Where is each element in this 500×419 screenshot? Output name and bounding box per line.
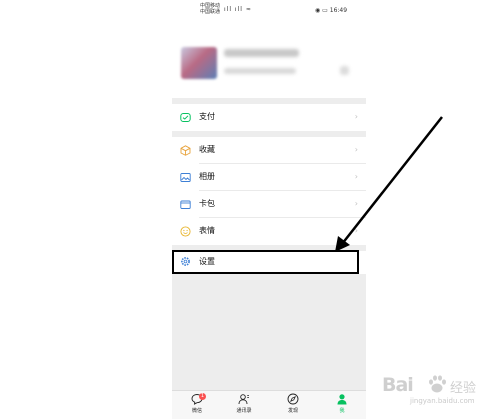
tab-chats[interactable]: 1 微信 (177, 393, 217, 414)
chevron-right-icon: › (354, 112, 358, 121)
tab-label: 我 (339, 408, 345, 414)
menu-item-cards[interactable]: 卡包 › (172, 191, 366, 218)
watermark-url: jingyan.baidu.com (410, 397, 475, 405)
watermark-brand: Bai (382, 374, 414, 396)
menu-item-label: 卡包 (199, 199, 215, 208)
chevron-right-icon: › (354, 199, 358, 208)
menu-item-label: 相册 (199, 172, 215, 181)
eye-icon: ◉ (315, 7, 321, 14)
menu-item-label: 表情 (199, 226, 215, 235)
tab-contacts[interactable]: 通讯录 (224, 393, 264, 414)
wechat-id-blurred (224, 68, 296, 74)
wallet-icon (180, 200, 191, 209)
smiley-icon (180, 226, 191, 237)
favorites-cube-icon (180, 145, 191, 156)
clock-time: 16:49 (329, 7, 348, 14)
carrier-names: 中国移动 中国联通 (200, 3, 220, 15)
pay-icon (180, 113, 191, 122)
paw-icon (429, 375, 446, 393)
qr-code-icon[interactable] (340, 66, 349, 75)
status-right: ◉ ▭ 16:49 (315, 7, 347, 14)
empty-area (172, 274, 366, 390)
chevron-right-icon: › (354, 145, 358, 154)
unread-badge: 1 (199, 393, 206, 400)
tab-discover[interactable]: 发现 (273, 393, 313, 414)
battery-icon: ▭ (322, 7, 328, 14)
menu-item-album[interactable]: 相册 › (172, 164, 366, 191)
chevron-right-icon: › (354, 226, 358, 235)
profile-header[interactable] (172, 22, 366, 98)
carrier-secondary: 中国联通 (200, 9, 221, 15)
tab-label: 发现 (287, 408, 298, 414)
contacts-icon (238, 394, 249, 405)
baidu-jingyan-watermark: Bai 经验 jingyan.baidu.com (382, 372, 494, 412)
menu-item-label: 支付 (199, 112, 215, 121)
signal-icons: ıll ıll ≈ (224, 6, 252, 13)
nickname-blurred (224, 49, 299, 57)
status-bar: 中国移动 中国联通 ıll ıll ≈ ◉ ▭ 16:49 (172, 0, 366, 22)
bottom-tab-bar: 1 微信 通讯录 发现 我 (172, 390, 366, 419)
watermark-brand-cn: 经验 (450, 381, 477, 396)
compass-icon (287, 393, 299, 405)
chevron-right-icon: › (354, 172, 358, 181)
menu-item-stickers[interactable]: 表情 › (172, 218, 366, 245)
tab-me[interactable]: 我 (322, 393, 362, 414)
settings-highlight-box (172, 250, 359, 274)
menu-item-label: 收藏 (199, 145, 215, 154)
wechat-me-screen: 中国移动 中国联通 ıll ıll ≈ ◉ ▭ 16:49 支付 › 收藏 › … (172, 0, 366, 419)
tab-label: 通讯录 (236, 408, 252, 414)
signal-icon: ıll ıll (224, 6, 243, 13)
album-icon (180, 173, 191, 182)
menu-item-favorites[interactable]: 收藏 › (172, 137, 366, 164)
wifi-icon: ≈ (245, 6, 252, 13)
tab-label: 微信 (191, 408, 202, 414)
person-icon (337, 394, 347, 405)
menu-item-pay[interactable]: 支付 › (172, 104, 366, 131)
avatar[interactable] (181, 47, 217, 79)
